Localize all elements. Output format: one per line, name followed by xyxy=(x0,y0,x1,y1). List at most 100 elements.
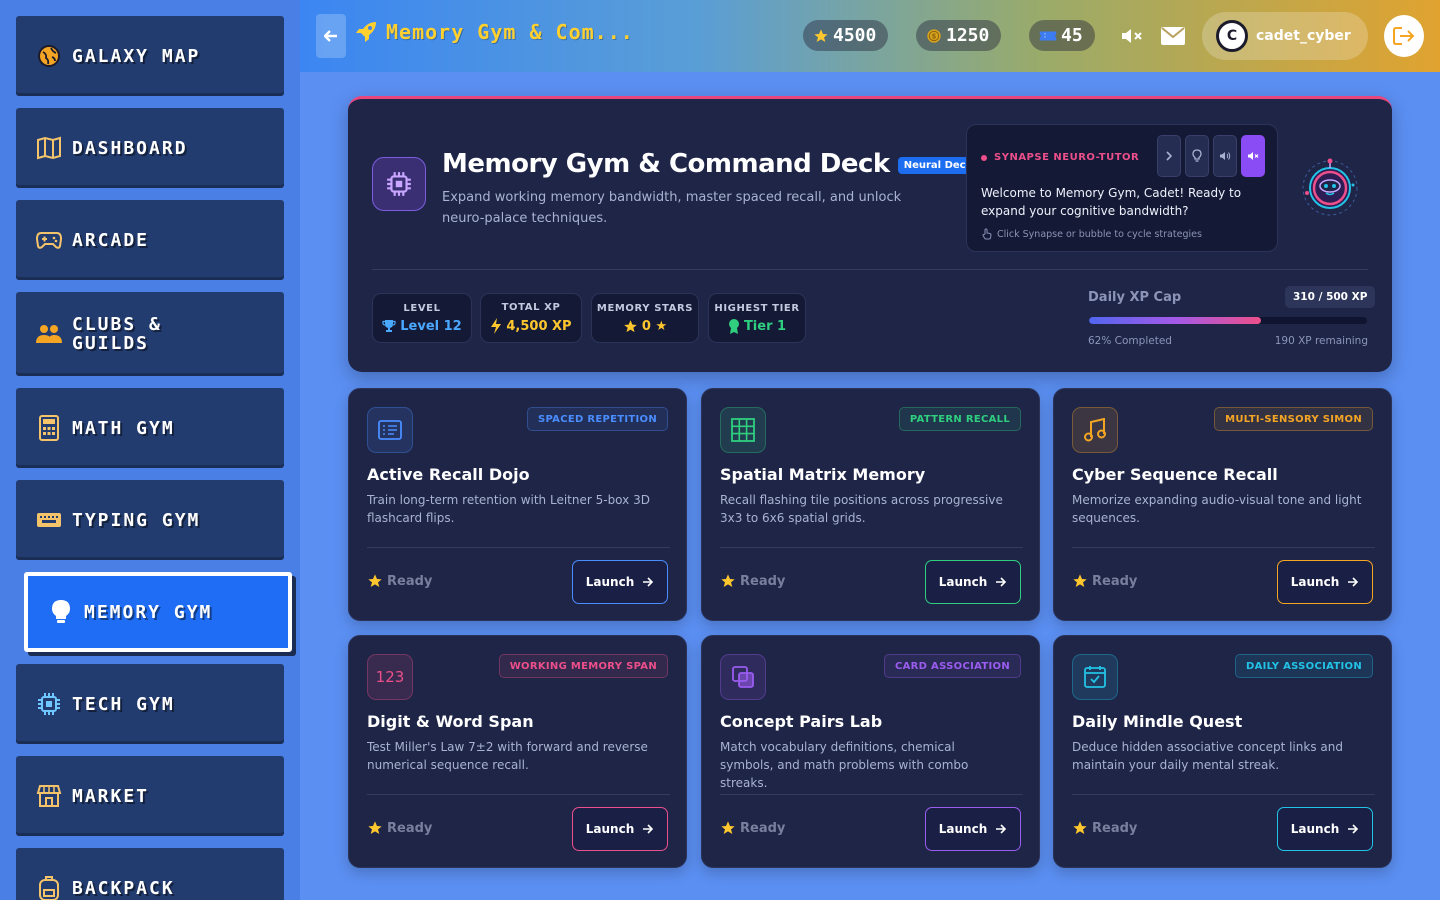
xp-progress-bar xyxy=(1089,317,1367,324)
sidebar-item-label: ARCADE xyxy=(72,229,150,251)
sidebar-item-math-gym[interactable]: MATH GYM xyxy=(16,388,284,468)
bolt-icon xyxy=(491,318,502,334)
mail-icon[interactable] xyxy=(1159,22,1187,50)
launch-button-label: Launch xyxy=(938,822,988,836)
metric-total-xp: TOTAL XP 4,500 XP xyxy=(480,293,582,343)
sidebar-item-label: GALAXY MAP xyxy=(72,45,201,67)
sidebar-item-label: TECH GYM xyxy=(72,693,175,715)
cards-icon xyxy=(720,654,766,700)
lightbulb-icon xyxy=(48,599,74,625)
tutor-message: Welcome to Memory Gym, Cadet! Ready to e… xyxy=(981,186,1242,218)
music-icon xyxy=(1072,407,1118,453)
launch-button[interactable]: Launch xyxy=(925,560,1021,604)
sidebar-item-backpack[interactable]: BACKPACK xyxy=(16,848,284,900)
logout-button[interactable] xyxy=(1384,15,1424,57)
hint-button[interactable] xyxy=(1185,135,1209,177)
launch-button[interactable]: Launch xyxy=(1277,560,1373,604)
launch-button[interactable]: Launch xyxy=(572,807,668,851)
ticket-icon xyxy=(1039,29,1057,43)
sidebar-item-label: MARKET xyxy=(72,785,150,807)
card-title: Daily Mindle Quest xyxy=(1072,712,1243,731)
sidebar-item-arcade[interactable]: ARCADE xyxy=(16,200,284,280)
coins-value: 1250 xyxy=(946,25,990,46)
calendar-icon xyxy=(1072,654,1118,700)
flashcard-icon xyxy=(367,407,413,453)
metric-label: LEVEL xyxy=(403,302,441,314)
sidebar-item-label: DASHBOARD xyxy=(72,137,188,159)
tickets-counter: 45 xyxy=(1029,20,1095,51)
username: cadet_cyber xyxy=(1256,28,1351,44)
tutor-speech-bubble[interactable]: SYNAPSE NEURO-TUTOR Welcome to Memory Gy… xyxy=(966,124,1278,252)
sidebar-item-typing-gym[interactable]: TYPING GYM xyxy=(16,480,284,560)
synapse-robot-avatar[interactable] xyxy=(1298,155,1362,219)
sidebar-item-galaxy-map[interactable]: GALAXY MAP xyxy=(16,16,284,96)
xp-cap-label: Daily XP Cap xyxy=(1088,290,1182,305)
game-card[interactable]: CARD ASSOCIATION Concept Pairs Lab Match… xyxy=(701,635,1040,868)
hero-title-row: Memory Gym & Command Deck Neural Deck xyxy=(442,149,979,179)
game-card[interactable]: SPACED REPETITION Active Recall Dojo Tra… xyxy=(348,388,687,621)
processor-icon xyxy=(372,157,426,211)
card-divider xyxy=(367,794,670,795)
xp-remaining-text: 190 XP remaining xyxy=(1274,335,1368,347)
user-profile-button[interactable]: C cadet_cyber xyxy=(1202,12,1368,60)
chevron-right-icon xyxy=(1166,151,1173,161)
calculator-icon xyxy=(36,415,62,441)
metric-label: TOTAL XP xyxy=(501,302,561,313)
star-icon xyxy=(721,574,735,587)
mute-icon[interactable] xyxy=(1118,22,1146,50)
lightbulb-icon xyxy=(1192,149,1202,162)
card-status: Ready xyxy=(1072,573,1137,589)
card-category-tag: SPACED REPETITION xyxy=(526,407,668,431)
star-icon xyxy=(624,319,637,332)
voice-button[interactable] xyxy=(1213,135,1237,177)
store-icon xyxy=(36,783,62,809)
arrow-right-icon xyxy=(643,577,654,587)
star-icon xyxy=(1073,574,1087,587)
back-button[interactable] xyxy=(316,14,346,58)
tutor-header: SYNAPSE NEURO-TUTOR xyxy=(981,152,1139,163)
keyboard-icon xyxy=(36,507,62,533)
metric-value: 4,500 XP xyxy=(490,318,572,334)
top-header: Memory Gym & Com... 4500 $ 1250 45 C cad… xyxy=(300,0,1440,72)
sidebar-item-label: MEMORY GYM xyxy=(84,601,213,623)
game-card[interactable]: DAILY ASSOCIATION Daily Mindle Quest Ded… xyxy=(1053,635,1392,868)
sidebar-item-market[interactable]: MARKET xyxy=(16,756,284,836)
metric-label: HIGHEST TIER xyxy=(714,302,800,314)
card-description: Deduce hidden associative concept links … xyxy=(1072,740,1343,772)
launch-button[interactable]: Launch xyxy=(572,560,668,604)
mute-tutor-button[interactable] xyxy=(1241,135,1265,177)
launch-button[interactable]: Launch xyxy=(1277,807,1373,851)
sidebar-item-dashboard[interactable]: DASHBOARD xyxy=(16,108,284,188)
launch-button[interactable]: Launch xyxy=(925,807,1021,851)
sidebar-item-memory-gym[interactable]: MEMORY GYM xyxy=(24,572,292,652)
arrow-left-icon xyxy=(324,30,337,42)
tutor-hint-text: Click Synapse or bubble to cycle strateg… xyxy=(997,228,1202,240)
game-card[interactable]: 123 WORKING MEMORY SPAN Digit & Word Spa… xyxy=(348,635,687,868)
card-divider xyxy=(720,547,1023,548)
gamepad-icon xyxy=(36,227,62,253)
tutor-hint: Click Synapse or bubble to cycle strateg… xyxy=(981,228,1202,240)
next-tip-button[interactable] xyxy=(1157,135,1181,177)
sidebar-item-label: BACKPACK xyxy=(72,877,175,899)
header-title: Memory Gym & Com... xyxy=(386,20,634,44)
sidebar-item-tech-gym[interactable]: TECH GYM xyxy=(16,664,284,744)
card-description: Memorize expanding audio-visual tone and… xyxy=(1072,493,1362,525)
card-category-tag: DAILY ASSOCIATION xyxy=(1234,654,1373,678)
map-icon xyxy=(36,135,62,161)
globe-icon xyxy=(36,43,62,69)
stars-value: 4500 xyxy=(833,25,877,46)
rocket-icon xyxy=(356,22,376,42)
sidebar-item-clubs-guilds[interactable]: CLUBS & GUILDS xyxy=(16,292,284,376)
game-card[interactable]: MULTI-SENSORY SIMON Cyber Sequence Recal… xyxy=(1053,388,1392,621)
game-card[interactable]: PATTERN RECALL Spatial Matrix Memory Rec… xyxy=(701,388,1040,621)
metric-level: LEVEL Level 12 xyxy=(372,293,472,343)
card-description: Test Miller's Law 7±2 with forward and r… xyxy=(367,740,648,772)
xp-cap-value: 310 / 500 XP xyxy=(1285,286,1376,308)
star-icon xyxy=(368,574,382,587)
star-icon xyxy=(1073,821,1087,834)
backpack-icon xyxy=(36,875,62,900)
card-title: Active Recall Dojo xyxy=(367,465,530,484)
metric-highest-tier: HIGHEST TIER Tier 1 xyxy=(708,293,806,343)
metric-memory-stars: MEMORY STARS 0 ★ xyxy=(591,293,699,343)
page-title: Memory Gym & Command Deck xyxy=(442,149,890,179)
